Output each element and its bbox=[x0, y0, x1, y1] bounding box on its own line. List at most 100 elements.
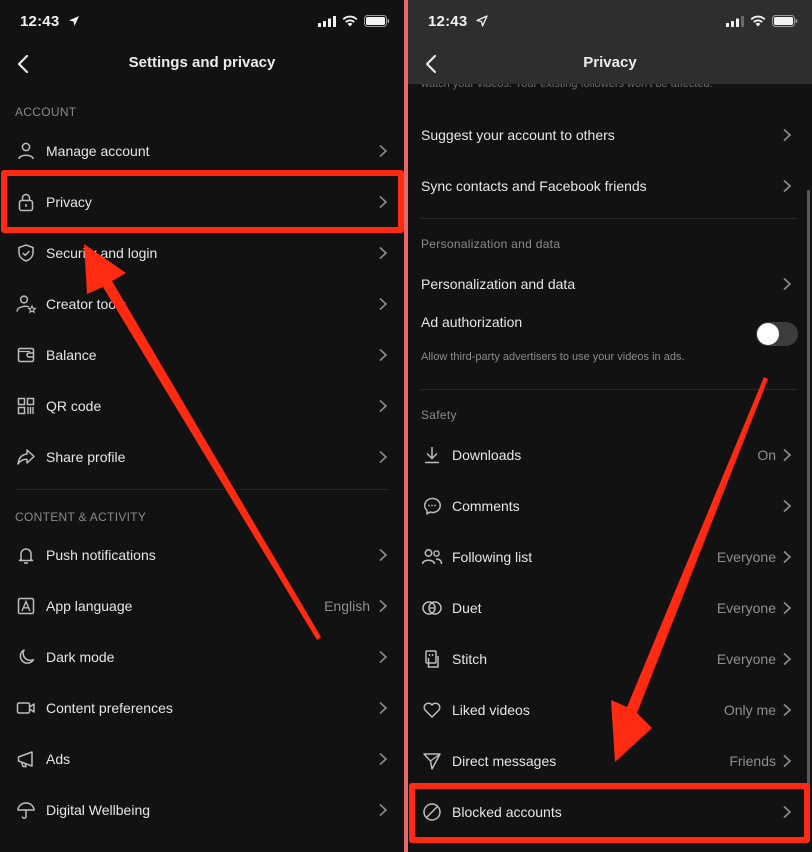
settings-item-content-preferences[interactable]: Content preferences bbox=[0, 682, 404, 733]
item-label: Push notifications bbox=[46, 546, 156, 563]
privacy-item-personalization-and-data[interactable]: Personalization and data bbox=[408, 258, 812, 309]
section-header-account: ACCOUNT bbox=[15, 105, 77, 119]
chevron-right-icon bbox=[783, 601, 792, 614]
wallet-icon bbox=[15, 344, 37, 366]
heart-icon bbox=[421, 699, 443, 721]
item-label: Ads bbox=[46, 750, 71, 767]
people-icon bbox=[421, 546, 443, 568]
item-label: Comments bbox=[452, 497, 520, 514]
privacy-item-comments[interactable]: Comments bbox=[408, 480, 812, 531]
chevron-right-icon bbox=[379, 803, 388, 816]
settings-item-manage-account[interactable]: Manage account bbox=[0, 125, 404, 176]
item-label: Direct messages bbox=[452, 752, 557, 769]
item-label: Personalization and data bbox=[421, 275, 576, 292]
privacy-item-stitch[interactable]: Stitch Everyone bbox=[408, 633, 812, 684]
section-divider bbox=[421, 389, 798, 390]
download-icon bbox=[421, 444, 443, 466]
privacy-item-suggest-account[interactable]: Suggest your account to others bbox=[408, 109, 812, 160]
item-value: Everyone bbox=[716, 548, 776, 565]
chevron-right-icon bbox=[783, 499, 792, 512]
section-header-personalization: Personalization and data bbox=[421, 237, 561, 251]
privacy-item-duet[interactable]: Duet Everyone bbox=[408, 582, 812, 633]
item-label: Dark mode bbox=[46, 648, 115, 665]
megaphone-icon bbox=[15, 748, 37, 770]
item-label: Blocked accounts bbox=[452, 803, 562, 820]
chevron-right-icon bbox=[379, 701, 388, 714]
shield-check-icon bbox=[15, 242, 37, 264]
comment-bubble-icon bbox=[421, 495, 443, 517]
chevron-right-icon bbox=[783, 550, 792, 563]
video-camera-icon bbox=[15, 697, 37, 719]
privacy-item-following-list[interactable]: Following list Everyone bbox=[408, 531, 812, 582]
settings-item-share-profile[interactable]: Share profile bbox=[0, 431, 404, 482]
settings-and-privacy-screen: 12:43 Settings and privacy ACCOUNT Manag… bbox=[0, 0, 404, 852]
item-value: Only me bbox=[723, 701, 776, 718]
settings-item-push-notifications[interactable]: Push notifications bbox=[0, 529, 404, 580]
privacy-item-sync-contacts[interactable]: Sync contacts and Facebook friends bbox=[408, 160, 812, 211]
item-value: English bbox=[324, 597, 370, 614]
blocked-circle-icon bbox=[421, 801, 443, 823]
chevron-right-icon bbox=[379, 548, 388, 561]
item-label: Manage account bbox=[46, 142, 150, 159]
item-label: Ad authorization bbox=[421, 314, 523, 330]
settings-item-ads[interactable]: Ads bbox=[0, 733, 404, 784]
privacy-item-downloads[interactable]: Downloads On bbox=[408, 429, 812, 480]
duet-icon bbox=[421, 597, 443, 619]
item-label: Balance bbox=[46, 346, 97, 363]
paper-plane-icon bbox=[421, 750, 443, 772]
item-label: Digital Wellbeing bbox=[46, 801, 151, 818]
chevron-right-icon bbox=[783, 179, 792, 192]
qr-code-icon bbox=[15, 395, 37, 417]
status-bar: 12:43 bbox=[0, 0, 404, 46]
status-bar: 12:43 bbox=[408, 0, 812, 46]
location-arrow-icon bbox=[68, 16, 79, 26]
chevron-right-icon bbox=[783, 652, 792, 665]
privacy-item-direct-messages[interactable]: Direct messages Friends bbox=[408, 735, 812, 786]
stitch-icon bbox=[421, 648, 443, 670]
chevron-right-icon bbox=[379, 144, 388, 157]
item-label: Stitch bbox=[452, 650, 488, 667]
privacy-item-blocked-accounts[interactable]: Blocked accounts bbox=[408, 786, 812, 837]
item-label: App language bbox=[46, 597, 133, 614]
settings-item-dark-mode[interactable]: Dark mode bbox=[0, 631, 404, 682]
item-label: Suggest your account to others bbox=[421, 126, 615, 143]
section-divider bbox=[15, 489, 388, 490]
settings-item-digital-wellbeing[interactable]: Digital Wellbeing bbox=[0, 784, 404, 835]
item-label: QR code bbox=[46, 397, 102, 414]
item-label: Privacy bbox=[46, 193, 92, 210]
chevron-right-icon bbox=[783, 277, 792, 290]
settings-item-qr-code[interactable]: QR code bbox=[0, 380, 404, 431]
privacy-item-liked-videos[interactable]: Liked videos Only me bbox=[408, 684, 812, 735]
settings-item-app-language[interactable]: App language English bbox=[0, 580, 404, 631]
chevron-right-icon bbox=[783, 448, 792, 461]
item-label: Sync contacts and Facebook friends bbox=[421, 177, 647, 194]
ad-authorization-description: Allow third-party advertisers to use you… bbox=[421, 351, 685, 363]
settings-item-privacy[interactable]: Privacy bbox=[0, 176, 404, 227]
item-label: Liked videos bbox=[452, 701, 530, 718]
item-label: Content preferences bbox=[46, 699, 173, 716]
status-time: 12:43 bbox=[20, 13, 80, 30]
item-label: Security and login bbox=[46, 244, 158, 261]
item-value: Everyone bbox=[716, 599, 776, 616]
settings-item-security-and-login[interactable]: Security and login bbox=[0, 227, 404, 278]
item-label: Duet bbox=[452, 599, 482, 616]
section-header-safety: Safety bbox=[421, 408, 457, 422]
item-value: On bbox=[757, 446, 776, 463]
chevron-right-icon bbox=[783, 128, 792, 141]
scrollbar[interactable] bbox=[807, 190, 810, 790]
item-label: Downloads bbox=[452, 446, 522, 463]
privacy-item-ad-authorization: Ad authorization bbox=[408, 309, 812, 335]
settings-item-balance[interactable]: Balance bbox=[0, 329, 404, 380]
chevron-right-icon bbox=[783, 805, 792, 818]
ad-authorization-toggle[interactable] bbox=[756, 322, 798, 346]
item-label: Creator tools bbox=[46, 295, 127, 312]
lock-icon bbox=[15, 191, 37, 213]
wifi-icon bbox=[750, 15, 766, 27]
chevron-right-icon bbox=[379, 752, 388, 765]
settings-item-creator-tools[interactable]: Creator tools bbox=[0, 278, 404, 329]
battery-icon bbox=[772, 15, 798, 27]
person-star-icon bbox=[15, 293, 37, 315]
nav-bar: Settings and privacy bbox=[0, 46, 404, 84]
chevron-right-icon bbox=[379, 195, 388, 208]
page-title: Privacy bbox=[583, 54, 637, 71]
